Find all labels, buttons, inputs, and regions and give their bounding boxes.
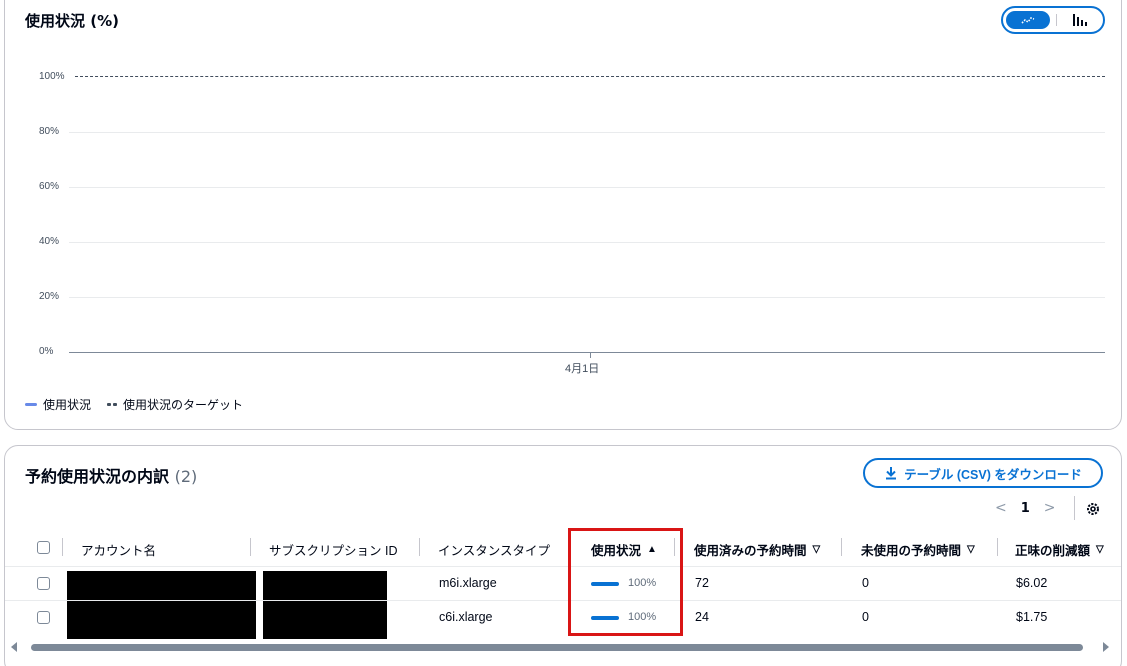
column-header-account[interactable]: アカウント名 <box>81 540 156 559</box>
chart-legend: 使用状況 使用状況のターゲット <box>25 396 243 413</box>
y-tick-label: 60% <box>39 181 60 192</box>
used-hours-cell: 24 <box>695 610 709 624</box>
table-header: アカウント名 サブスクリプション ID インスタンスタイプ 使用状況 ▲ 使用済み… <box>5 536 1121 562</box>
x-axis <box>69 352 1105 353</box>
chart-title: 使用状況 (%) <box>25 12 119 30</box>
instance-type-cell: c6i.xlarge <box>439 610 493 624</box>
table-count: (2) <box>174 467 198 486</box>
toggle-separator <box>1056 14 1057 26</box>
gridline <box>69 297 1105 298</box>
gridline <box>69 242 1105 243</box>
sort-icon: ▽ <box>1096 544 1104 555</box>
scroll-thumb[interactable] <box>31 644 1083 651</box>
redacted-subscription-id <box>263 601 387 639</box>
redacted-account-name <box>67 601 256 639</box>
select-all-checkbox[interactable] <box>37 541 50 554</box>
y-tick-label: 80% <box>39 126 60 137</box>
utilization-chart-card: 使用状況 (%) 100% 80% 60% 40% 20% 0% 4月1日 使用… <box>4 0 1122 430</box>
y-tick-label: 20% <box>39 291 60 302</box>
column-header-label: インスタンスタイプ <box>438 544 551 558</box>
sort-icon: ▽ <box>812 544 821 555</box>
column-separator <box>997 538 998 556</box>
current-page[interactable]: 1 <box>1021 501 1030 516</box>
unused-hours-cell: 0 <box>862 576 869 590</box>
net-savings-cell: $1.75 <box>1016 610 1048 624</box>
x-tick-label: 4月1日 <box>565 363 600 375</box>
utilization-breakdown-card: 予約使用状況の内訳 (2) テーブル (CSV) をダウンロード < 1 > ア… <box>4 445 1122 666</box>
download-csv-button[interactable]: テーブル (CSV) をダウンロード <box>863 458 1103 488</box>
table-title-text: 予約使用状況の内訳 <box>25 467 170 486</box>
prev-page-icon[interactable]: < <box>995 500 1007 516</box>
line-chart-icon <box>1021 17 1035 24</box>
table-title: 予約使用状況の内訳 (2) <box>25 463 197 487</box>
column-header-label: 未使用の予約時間 <box>861 544 962 558</box>
sort-icon: ▽ <box>967 544 975 555</box>
next-page-icon[interactable]: > <box>1044 500 1056 516</box>
row-checkbox[interactable] <box>37 577 50 590</box>
pagination: < 1 > <box>995 500 1056 516</box>
instance-type-cell: m6i.xlarge <box>439 576 497 590</box>
column-header-label: 正味の削減額 <box>1015 544 1091 558</box>
table-row: m6i.xlarge 100% 72 0 $6.02 <box>5 566 1121 607</box>
column-header-subscription-id[interactable]: サブスクリプション ID <box>269 540 397 559</box>
x-tick-mark <box>590 352 591 358</box>
column-header-unused-hours[interactable]: 未使用の予約時間 ▽ <box>861 540 975 559</box>
download-icon <box>886 467 897 480</box>
column-header-instance-type[interactable]: インスタンスタイプ <box>438 540 550 559</box>
column-header-label: 使用済みの予約時間 <box>694 544 807 558</box>
column-separator <box>250 538 251 556</box>
row-checkbox[interactable] <box>37 611 50 624</box>
y-tick-label: 100% <box>39 71 65 82</box>
column-separator <box>419 538 420 556</box>
y-tick-label: 0% <box>39 346 54 357</box>
legend-target-label: 使用状況のターゲット <box>123 398 244 412</box>
download-csv-label: テーブル (CSV) をダウンロード <box>904 467 1082 482</box>
column-header-net-savings[interactable]: 正味の削減額 ▽ <box>1015 540 1104 559</box>
target-series-line <box>75 76 1105 77</box>
chart-type-toggle[interactable] <box>1001 6 1105 34</box>
line-chart-option[interactable] <box>1006 11 1050 29</box>
utilization-column-highlight <box>568 528 683 636</box>
bar-chart-option[interactable] <box>1071 12 1089 28</box>
bar-chart-icon <box>1073 14 1087 26</box>
column-header-label: サブスクリプション ID <box>269 544 398 558</box>
table-row: c6i.xlarge 100% 24 0 $1.75 <box>5 600 1121 639</box>
column-header-used-hours[interactable]: 使用済みの予約時間 ▽ <box>694 540 820 559</box>
gear-icon[interactable] <box>1085 501 1101 517</box>
scroll-left-icon[interactable] <box>11 642 17 652</box>
legend-utilization-swatch <box>25 403 37 406</box>
gridline <box>69 132 1105 133</box>
legend-target-swatch <box>107 403 118 406</box>
y-tick-label: 40% <box>39 236 60 247</box>
pager-separator <box>1074 496 1075 520</box>
column-header-label: アカウント名 <box>81 544 157 558</box>
column-separator <box>62 538 63 556</box>
unused-hours-cell: 0 <box>862 610 869 624</box>
used-hours-cell: 72 <box>695 576 709 590</box>
column-separator <box>841 538 842 556</box>
horizontal-scrollbar[interactable] <box>5 640 1121 654</box>
scroll-right-icon[interactable] <box>1103 642 1109 652</box>
gridline <box>69 187 1105 188</box>
legend-utilization-label: 使用状況 <box>43 398 92 412</box>
net-savings-cell: $6.02 <box>1016 576 1048 590</box>
